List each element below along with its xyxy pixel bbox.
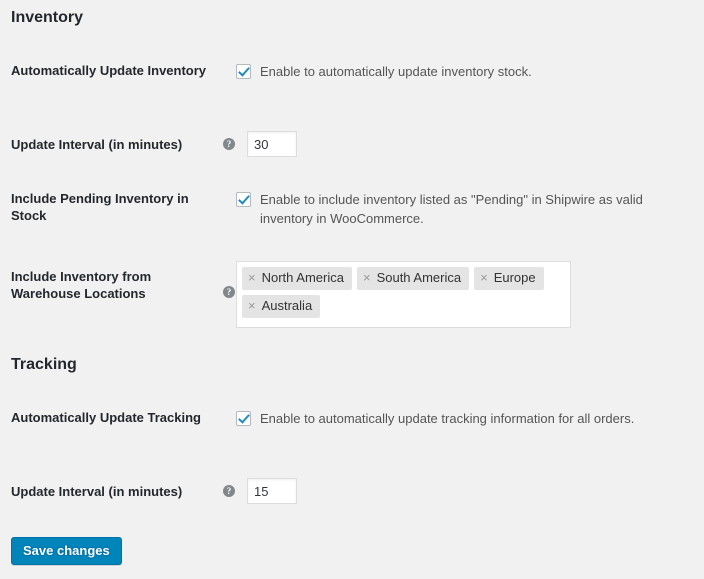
label-tracking-update-interval: Update Interval (in minutes) xyxy=(11,484,183,499)
tag-north-america[interactable]: × North America xyxy=(242,267,352,290)
field-tracking-update-interval xyxy=(247,478,704,504)
checkbox-label-include-pending-inventory: Enable to include inventory listed as "P… xyxy=(260,192,643,226)
field-inventory-update-interval xyxy=(247,131,704,157)
tag-europe[interactable]: × Europe xyxy=(474,267,544,290)
tag-label: Europe xyxy=(493,270,536,285)
help-question-icon[interactable]: ? xyxy=(223,485,235,497)
checkbox-row: Enable to include inventory listed as "P… xyxy=(236,190,696,228)
checkbox-row: Enable to automatically update inventory… xyxy=(236,62,693,81)
save-changes-button[interactable]: Save changes xyxy=(11,537,122,565)
warehouse-locations-multiselect[interactable]: × North America × South America × Europe… xyxy=(236,261,571,328)
label-warehouse-locations: Include Inventory from Warehouse Locatio… xyxy=(11,269,152,301)
label-include-pending-inventory: Include Pending Inventory in Stock xyxy=(11,191,189,223)
label-auto-update-tracking: Automatically Update Tracking xyxy=(11,410,201,425)
checkbox-include-pending-inventory[interactable] xyxy=(236,192,251,207)
checkbox-label-auto-update-inventory: Enable to automatically update inventory… xyxy=(260,64,532,79)
tag-label: South America xyxy=(376,270,462,285)
checkbox-auto-update-inventory[interactable] xyxy=(236,64,251,79)
help-question-icon[interactable]: ? xyxy=(223,138,235,150)
checkbox-auto-update-tracking[interactable] xyxy=(236,411,251,426)
help-question-icon[interactable]: ? xyxy=(223,286,235,298)
tag-south-america[interactable]: × South America xyxy=(356,267,470,290)
section-heading-tracking: Tracking xyxy=(11,356,77,373)
checkbox-row: Enable to automatically update tracking … xyxy=(236,409,693,428)
section-heading-inventory: Inventory xyxy=(11,9,84,26)
input-tracking-update-interval[interactable] xyxy=(247,478,297,504)
field-include-pending-inventory: Enable to include inventory listed as "P… xyxy=(236,190,696,228)
tag-remove-icon[interactable]: × xyxy=(480,271,488,285)
tag-label: Australia xyxy=(261,298,313,313)
field-auto-update-inventory: Enable to automatically update inventory… xyxy=(236,62,693,81)
label-inventory-update-interval: Update Interval (in minutes) xyxy=(11,137,183,152)
settings-page: Inventory Automatically Update Inventory… xyxy=(0,0,704,579)
tag-remove-icon[interactable]: × xyxy=(248,299,256,313)
tag-label: North America xyxy=(261,270,344,285)
tag-australia[interactable]: × Australia xyxy=(242,295,321,318)
input-inventory-update-interval[interactable] xyxy=(247,131,297,157)
label-auto-update-inventory: Automatically Update Inventory xyxy=(11,63,207,78)
tag-remove-icon[interactable]: × xyxy=(248,271,256,285)
field-auto-update-tracking: Enable to automatically update tracking … xyxy=(236,409,693,428)
field-warehouse-locations: × North America × South America × Europe… xyxy=(236,261,693,328)
checkbox-label-auto-update-tracking: Enable to automatically update tracking … xyxy=(260,411,635,426)
tag-remove-icon[interactable]: × xyxy=(363,271,371,285)
